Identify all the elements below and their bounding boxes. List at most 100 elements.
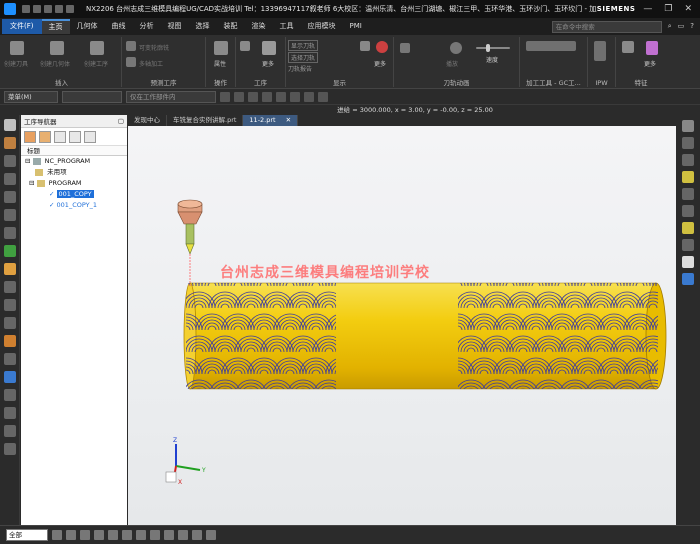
view-icon[interactable] <box>682 188 694 200</box>
star-icon[interactable] <box>682 222 694 234</box>
select-icon-8[interactable] <box>150 530 160 540</box>
more-ops-icon[interactable] <box>262 41 276 55</box>
ipw-icons[interactable] <box>594 41 606 61</box>
tab-pmi[interactable]: PMI <box>343 18 369 35</box>
more-icon[interactable] <box>4 443 16 455</box>
system-scenes-icon[interactable] <box>4 335 16 347</box>
palette-icon[interactable] <box>4 353 16 365</box>
tab-select[interactable]: 选择 <box>189 18 217 35</box>
program-view-icon[interactable] <box>24 131 36 143</box>
play-icon[interactable] <box>450 42 462 54</box>
selection-filter-select[interactable]: 全部 <box>6 529 48 541</box>
minimize-icon[interactable]: — <box>643 4 652 14</box>
select-icon-11[interactable] <box>192 530 202 540</box>
help-icon[interactable]: ? <box>690 22 694 31</box>
select-icon-2[interactable] <box>66 530 76 540</box>
multi-axis-icon[interactable] <box>126 57 136 67</box>
operation-navigator-icon[interactable] <box>4 137 16 149</box>
machine-view-icon[interactable] <box>39 131 51 143</box>
hide-icon[interactable] <box>682 120 694 132</box>
create-operation-icon[interactable] <box>90 41 104 55</box>
properties-icon[interactable] <box>214 41 228 55</box>
web-browser-icon[interactable] <box>4 245 16 257</box>
feature-icon[interactable] <box>622 41 634 53</box>
assembly-navigator-icon[interactable] <box>4 173 16 185</box>
color-icon[interactable] <box>376 41 388 53</box>
tab-analysis[interactable]: 分析 <box>133 18 161 35</box>
close-icon[interactable]: ✕ <box>684 4 692 14</box>
tab-render[interactable]: 渲染 <box>245 18 273 35</box>
copy-icon[interactable] <box>66 5 74 13</box>
create-operation-button[interactable]: 创建工序 <box>84 59 108 68</box>
tab-discovery-center[interactable]: 发现中心 <box>128 115 167 126</box>
library-icon[interactable] <box>4 407 16 419</box>
tree-node-program[interactable]: ⊟ PROGRAM <box>21 178 127 189</box>
tab-curve[interactable]: 曲线 <box>105 18 133 35</box>
workpiece-cylinder[interactable] <box>183 282 667 390</box>
select-icon-3[interactable] <box>80 530 90 540</box>
op-icon-1[interactable] <box>240 41 250 51</box>
snap-icon[interactable] <box>220 91 230 102</box>
create-tool-icon[interactable] <box>10 41 24 55</box>
speed-slider-handle[interactable] <box>486 44 490 52</box>
undo-icon[interactable] <box>33 5 41 13</box>
collapse-icon[interactable]: ⊟ <box>29 179 34 187</box>
gc-tools-icons[interactable] <box>526 41 576 51</box>
reuse-library-icon[interactable] <box>4 209 16 221</box>
toolpath-report-button[interactable]: 刀轨报告 <box>288 64 312 73</box>
command-search-input[interactable]: 在命令中搜索 <box>551 20 662 33</box>
type-filter-select[interactable] <box>62 90 122 103</box>
tab-geometry[interactable]: 几何体 <box>70 18 105 35</box>
select-icon-6[interactable] <box>122 530 132 540</box>
window-icon[interactable]: ▭ <box>678 22 685 31</box>
machine-tool-icon[interactable] <box>4 299 16 311</box>
multi-axis-button[interactable]: 多轴加工 <box>139 59 163 68</box>
speed-slider[interactable] <box>476 47 510 49</box>
create-tool-button[interactable]: 创建刀具 <box>4 59 28 68</box>
roles-icon[interactable] <box>4 317 16 329</box>
select-icon-4[interactable] <box>94 530 104 540</box>
settings-icon[interactable] <box>4 119 16 131</box>
tab-part-2[interactable]: 11-2.prt ✕ <box>243 115 299 126</box>
tab-view[interactable]: 视图 <box>161 18 189 35</box>
tab-tools[interactable]: 工具 <box>273 18 301 35</box>
display-more-button[interactable]: 更多 <box>374 59 386 68</box>
create-geometry-icon[interactable] <box>50 41 64 55</box>
tab-application[interactable]: 应用模块 <box>301 18 343 35</box>
method-view-icon[interactable] <box>69 131 81 143</box>
contour-mill-icon[interactable] <box>126 41 136 51</box>
globe-icon[interactable] <box>4 371 16 383</box>
tree-node-unused[interactable]: 未用项 <box>21 167 127 178</box>
save-icon[interactable] <box>22 5 30 13</box>
highlight-icon[interactable] <box>682 171 694 183</box>
search-icon[interactable]: ⌕ <box>668 22 672 31</box>
show-all-icon[interactable] <box>682 137 694 149</box>
hd3d-icon[interactable] <box>4 227 16 239</box>
blank-icon[interactable] <box>682 256 694 268</box>
select-icon-9[interactable] <box>164 530 174 540</box>
tab-assembly[interactable]: 装配 <box>217 18 245 35</box>
nx-app-icon[interactable] <box>4 3 16 15</box>
process-studio-icon[interactable] <box>4 281 16 293</box>
geometry-view-icon[interactable] <box>54 131 66 143</box>
select-icon-5[interactable] <box>108 530 118 540</box>
restore-icon[interactable]: ❐ <box>664 4 672 14</box>
create-geometry-button[interactable]: 创建几何体 <box>40 59 70 68</box>
cut-icon[interactable] <box>55 5 63 13</box>
contour-mill-button[interactable]: 可变轮廓铣 <box>139 43 169 52</box>
render-style-icon[interactable] <box>290 91 300 102</box>
history-icon[interactable] <box>4 263 16 275</box>
tree-node-op-selected[interactable]: ✓ 001_COPY <box>21 189 127 200</box>
display-toolpath-button[interactable]: 显示刀轨 <box>288 40 319 51</box>
eye-icon[interactable] <box>682 154 694 166</box>
maximize-icon[interactable]: ▢ <box>118 117 124 125</box>
menu-dropdown[interactable]: 菜单(M) <box>4 90 58 103</box>
collapse-icon[interactable]: ⊟ <box>25 157 30 165</box>
scope-select[interactable]: 仅在工作部件内 <box>126 90 216 103</box>
close-tab-icon[interactable]: ✕ <box>286 116 291 124</box>
cutting-tool[interactable] <box>177 199 203 286</box>
select-icon-1[interactable] <box>52 530 62 540</box>
select-toolpath-button[interactable]: 选择刀轨 <box>288 52 319 63</box>
tab-part-1[interactable]: 车铣复合实例讲解.prt <box>167 115 244 126</box>
show-icon[interactable] <box>234 91 244 102</box>
